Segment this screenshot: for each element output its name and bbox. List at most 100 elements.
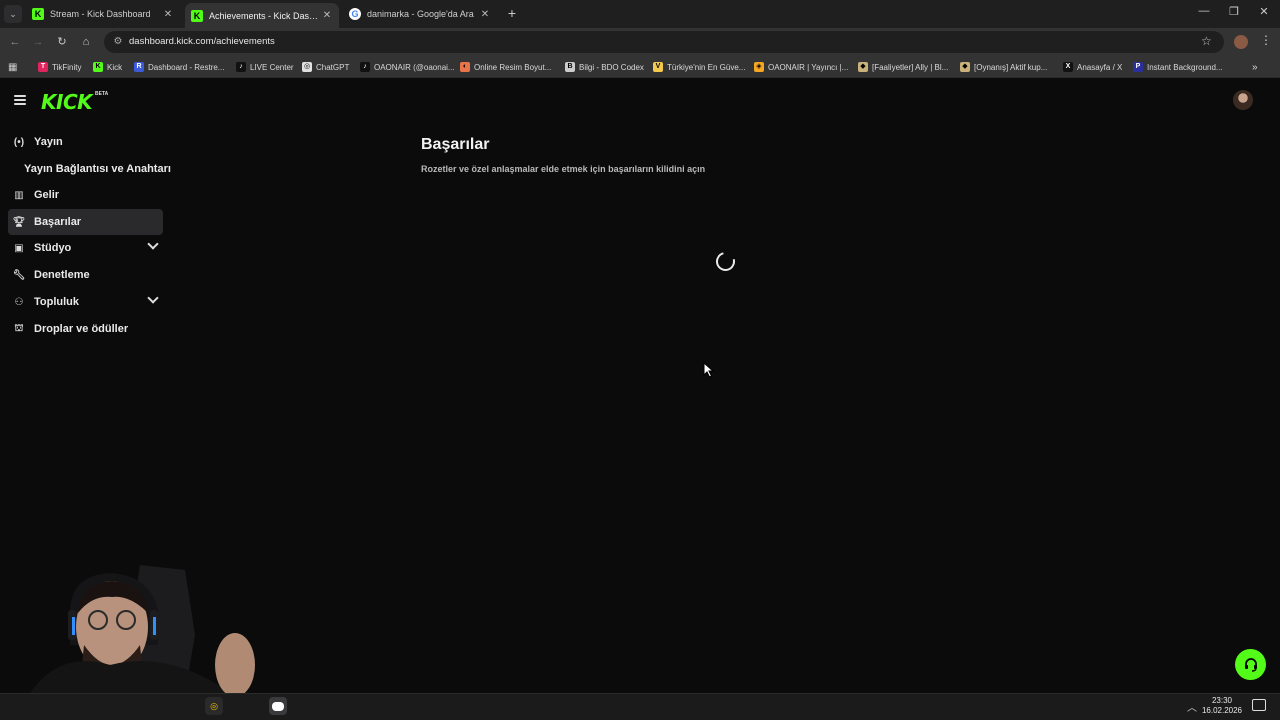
google-icon: G [349,8,361,20]
bookmark-item[interactable]: R Dashboard - Restre... [134,60,224,74]
sidebar-item-topluluk[interactable]: ⚇ Topluluk [8,289,163,315]
tab-google[interactable]: G danimarka - Google'da Ara ✕ [343,3,497,25]
headset-icon [1244,657,1257,672]
discord-icon[interactable] [269,697,287,715]
mouse-cursor-icon [703,362,715,378]
sidebar-item-denetleme[interactable]: 🔧︎ Denetleme [8,262,163,288]
sidebar-item-label: Topluluk [34,296,80,308]
restore-button[interactable]: ❐ [1227,5,1241,18]
menu-toggle-icon[interactable] [14,95,26,105]
bookmark-item[interactable]: ♪ OAONAIR (@oaonai... [360,60,455,74]
chevron-down-icon[interactable] [147,238,159,250]
tab-search-button[interactable]: ⌄ [4,5,22,23]
user-avatar[interactable] [1233,90,1253,110]
page-title: Başarılar [421,136,490,153]
bookmark-item[interactable]: X Anasayfa / X [1063,60,1122,74]
tab-label: Achievements - Kick Dashboard [209,10,321,21]
reload-icon[interactable]: ↻ [55,35,69,49]
broadcast-icon: (•) [13,136,25,148]
sidebar-item-gelir[interactable]: ▥ Gelir [8,182,163,208]
browser-menu-icon[interactable]: ⋮ [1260,33,1272,47]
bookmark-item[interactable]: K Kick [93,60,122,74]
x-icon: X [1063,62,1073,72]
help-chat-button[interactable] [1235,649,1266,680]
more-bookmarks-button[interactable]: » [1252,60,1258,74]
bookmark-item[interactable]: ♪ LIVE Center [236,60,294,74]
bookmark-item[interactable]: P Instant Background... [1133,60,1223,74]
clock-date: 16.02.2026 [1201,706,1243,715]
bookmark-item[interactable]: ◆ [Oynanış] Aktif kup... [960,60,1047,74]
close-icon[interactable]: ✕ [162,9,174,20]
chatgpt-icon: ◎ [302,62,312,72]
os-taskbar [0,693,1280,720]
bookmark-item[interactable]: ◎ ChatGPT [302,60,349,74]
site-info-icon[interactable]: ⚙ [112,35,124,49]
bookmark-item[interactable]: B Bilgi - BDO Codex [565,60,644,74]
beta-badge: BETA [95,91,109,97]
sidebar-item-label: Başarılar [34,216,82,228]
sidebar-item-yayin[interactable]: (•) Yayın [8,129,163,155]
bdo-icon: B [565,62,575,72]
clock-time: 23:30 [1211,696,1233,705]
apps-grid-icon[interactable]: ▦ [8,60,17,74]
bookmark-label: OAONAIR | Yayıncı |... [768,62,849,72]
url-text: dashboard.kick.com/achievements [129,36,275,47]
bookmark-label: Anasayfa / X [1077,62,1123,72]
close-icon[interactable]: ✕ [479,9,491,20]
chart-icon: ▥ [14,189,24,201]
page-subtitle: Rozetler ve özel anlaşmalar elde etmek i… [421,164,706,174]
tab-label: danimarka - Google'da Ara [367,9,474,19]
bookmark-label: Bilgi - BDO Codex [579,62,644,72]
forward-icon[interactable]: → [31,35,45,49]
bookmark-label: Kick [107,62,123,72]
new-tab-button[interactable]: + [504,5,520,21]
bookmark-label: [Faaliyetler] Ally | Bl... [872,62,949,72]
tiktok-icon: ♪ [236,62,246,72]
bookmark-item[interactable]: ◐ Online Resim Boyut... [460,60,551,74]
bookmark-item[interactable]: ◈ OAONAIR | Yayıncı |... [754,60,848,74]
bookmark-star-icon[interactable]: ☆ [1201,34,1212,48]
back-icon[interactable]: ← [8,35,22,49]
bookmark-item[interactable]: T TikFinity [38,60,81,74]
sidebar-item-label: Denetleme [34,269,90,281]
kick-icon: K [191,9,203,22]
sidebar-item-label: Gelir [34,189,60,201]
kick-logo[interactable]: KICK [41,90,93,114]
community-icon: ⚇ [14,296,24,308]
minimize-button[interactable]: — [1197,5,1211,17]
tiktok-icon: ♪ [360,62,370,72]
sidebar-item-droplar[interactable]: ⛫ Droplar ve ödüller [8,316,163,342]
bookmark-label: LIVE Center [250,62,294,72]
bookmark-label: ChatGPT [316,62,350,72]
streamer-icon: ◈ [754,62,764,72]
close-window-button[interactable]: ✕ [1257,5,1271,18]
sidebar-item-studyo[interactable]: ▣ Stüdyo [8,235,163,261]
p-icon: P [1133,62,1143,72]
sidebar-item-stream-key[interactable]: Yayın Bağlantısı ve Anahtarı [24,163,171,175]
notification-icon[interactable] [1252,699,1266,711]
tab-label: Stream - Kick Dashboard [50,9,151,19]
chevron-down-icon[interactable] [147,292,159,304]
home-icon[interactable]: ⌂ [79,35,93,49]
bookmark-item[interactable]: ◆ [Faaliyetler] Ally | Bl... [858,60,948,74]
tikfinity-icon: T [38,62,48,72]
sidebar-item-label: Droplar ve ödüller [34,323,129,335]
pinned-app-icon[interactable]: ◎ [205,697,223,715]
bookmark-label: Online Resim Boyut... [474,62,552,72]
profile-avatar[interactable] [1234,35,1248,49]
bookmark-label: Dashboard - Restre... [148,62,225,72]
trophy-icon: 🏆︎ [12,216,26,228]
kick-icon: K [93,62,103,72]
tab-stream[interactable]: K Stream - Kick Dashboard ✕ [26,3,180,25]
chevron-up-icon[interactable]: ︿ [1187,699,1197,714]
sidebar-item-basarilar[interactable]: 🏆︎ Başarılar [8,209,163,235]
system-clock[interactable]: 23:30 16.02.2026 [1199,696,1245,716]
close-icon[interactable]: ✕ [321,10,333,21]
tab-achievements[interactable]: K Achievements - Kick Dashboard ✕ [185,3,339,28]
bookmark-item[interactable]: V Türkiye'nin En Güve... [653,60,745,74]
resize-icon: ◐ [460,62,470,72]
restream-icon: R [134,62,144,72]
gift-icon: ⛫ [14,322,24,334]
wrench-icon: 🔧︎ [12,269,26,281]
game-icon: ◆ [858,62,868,72]
